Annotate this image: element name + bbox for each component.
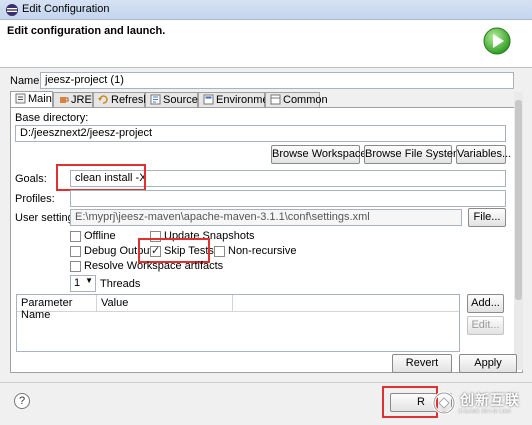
title-bar: Edit Configuration bbox=[0, 0, 532, 20]
profiles-label: Profiles: bbox=[15, 193, 55, 205]
user-settings-field[interactable]: E:\myprj\jeesz-maven\apache-maven-3.1.1\… bbox=[70, 209, 462, 226]
non-recursive-checkbox[interactable] bbox=[214, 246, 225, 257]
browse-file-system-button[interactable]: Browse File System... bbox=[364, 145, 471, 164]
run-icon bbox=[483, 27, 511, 55]
watermark-logo-icon bbox=[432, 391, 456, 415]
apply-button[interactable]: Apply bbox=[459, 354, 517, 373]
parameters-table[interactable]: Parameter Name Value bbox=[16, 294, 460, 352]
refresh-icon bbox=[98, 95, 108, 104]
footer-separator bbox=[0, 382, 532, 383]
help-icon[interactable]: ? bbox=[14, 393, 30, 409]
profiles-field[interactable] bbox=[70, 190, 506, 207]
tab-source[interactable]: Source bbox=[145, 92, 198, 108]
goals-highlight bbox=[56, 164, 146, 191]
threads-value: 1 bbox=[74, 277, 81, 289]
jre-icon bbox=[60, 97, 69, 103]
tab-refresh[interactable]: Refresh bbox=[93, 92, 150, 108]
base-directory-field[interactable]: D:/jeesznext2/jeesz-project bbox=[15, 125, 506, 142]
tab-jre-label: JRE bbox=[71, 94, 92, 106]
variables-button[interactable]: Variables... bbox=[456, 145, 511, 164]
tab-jre[interactable]: JRE bbox=[53, 92, 93, 108]
offline-label: Offline bbox=[84, 230, 116, 242]
threads-select[interactable]: 1 ▼ bbox=[70, 275, 96, 292]
environment-icon bbox=[203, 94, 214, 105]
watermark-subtext: CHUANG XIN HU LIAN bbox=[458, 409, 511, 415]
add-parameter-button[interactable]: Add... bbox=[467, 294, 504, 313]
main-tab-icon bbox=[15, 93, 26, 104]
panel-scrollbar[interactable] bbox=[514, 92, 523, 370]
browse-workspace-button[interactable]: Browse Workspace... bbox=[271, 145, 376, 164]
tab-main-label: Main bbox=[28, 93, 52, 105]
resolve-workspace-artifacts-checkbox[interactable] bbox=[70, 261, 81, 272]
tab-environment[interactable]: Environment bbox=[198, 92, 278, 108]
non-recursive-label: Non-recursive bbox=[228, 245, 297, 257]
file-button[interactable]: File... bbox=[468, 208, 506, 227]
tab-main[interactable]: Main bbox=[10, 91, 53, 108]
offline-checkbox[interactable] bbox=[70, 231, 81, 242]
watermark: 创新互联 CHUANG XIN HU LIAN bbox=[430, 388, 530, 422]
scrollbar-thumb[interactable] bbox=[515, 100, 522, 300]
revert-button[interactable]: Revert bbox=[392, 354, 452, 373]
resolve-workspace-artifacts-label: Resolve Workspace artifacts bbox=[84, 260, 224, 272]
tab-refresh-label: Refresh bbox=[111, 94, 150, 106]
common-icon bbox=[270, 94, 281, 105]
debug-output-checkbox[interactable] bbox=[70, 246, 81, 257]
watermark-text: 创新互联 bbox=[460, 392, 520, 408]
threads-label: Threads bbox=[100, 278, 141, 290]
empty-header bbox=[233, 295, 459, 312]
window-title: Edit Configuration bbox=[22, 3, 110, 15]
name-label: Name: bbox=[10, 75, 43, 87]
name-field[interactable]: jeesz-project (1) bbox=[40, 72, 514, 89]
tab-source-label: Source bbox=[163, 94, 198, 106]
value-header: Value bbox=[97, 295, 233, 312]
tab-common[interactable]: Common bbox=[265, 92, 328, 108]
eclipse-app-icon bbox=[6, 4, 18, 16]
parameter-name-header: Parameter Name bbox=[17, 295, 97, 321]
edit-parameter-button[interactable]: Edit... bbox=[467, 316, 504, 335]
goals-label: Goals: bbox=[15, 173, 47, 185]
dialog-header: Edit configuration and launch. bbox=[0, 20, 532, 68]
tab-common-label: Common bbox=[283, 94, 328, 106]
chevron-down-icon: ▼ bbox=[85, 276, 93, 285]
base-directory-label: Base directory: bbox=[15, 112, 89, 124]
dialog-heading: Edit configuration and launch. bbox=[7, 25, 166, 37]
source-icon bbox=[150, 94, 161, 105]
